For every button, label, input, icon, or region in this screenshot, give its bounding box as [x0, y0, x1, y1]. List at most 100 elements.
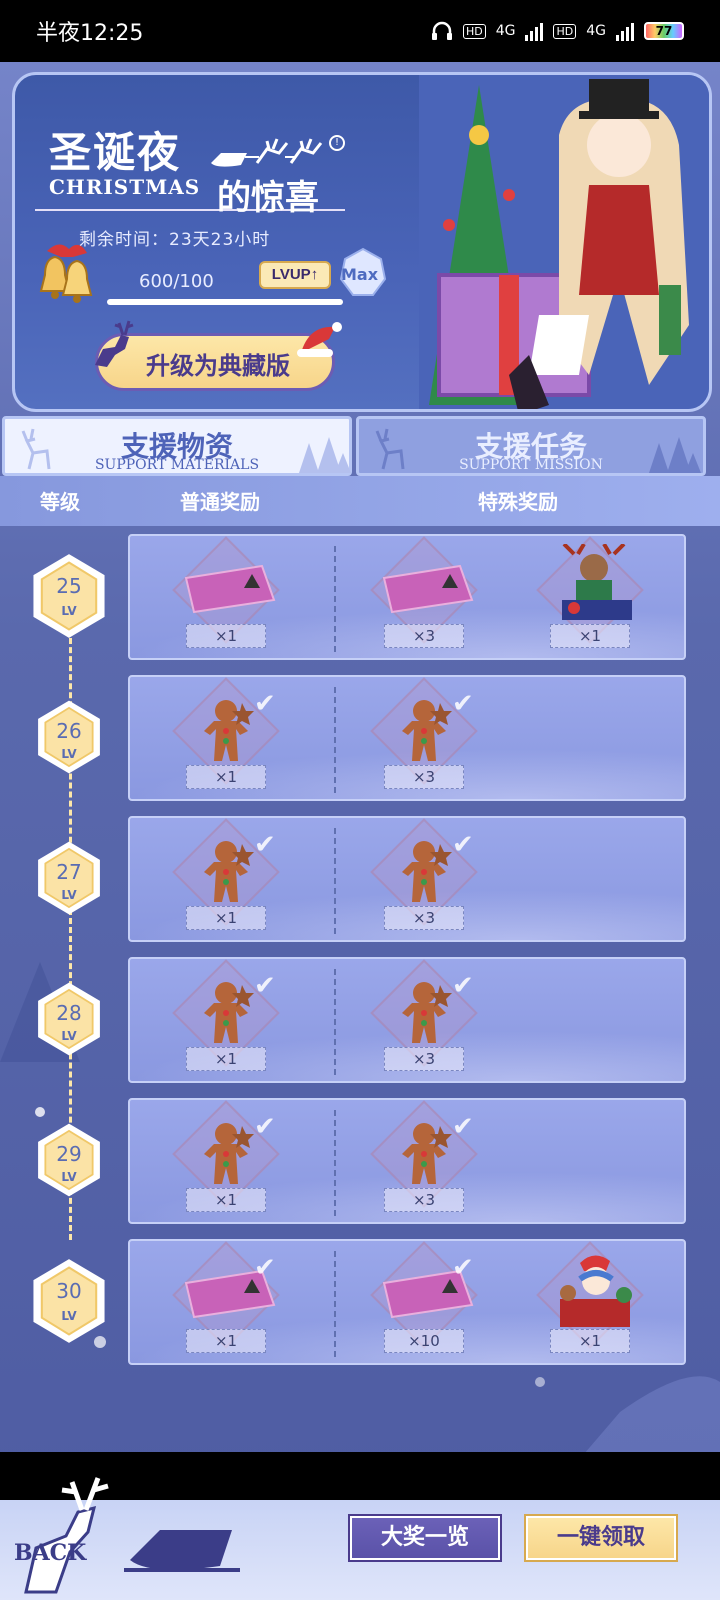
claimed-check-icon: ✔ [254, 830, 276, 860]
back-button[interactable]: BACK [14, 1540, 86, 1566]
network-label: 4G [495, 23, 516, 39]
claimed-check-icon: ✔ [452, 1253, 474, 1283]
signal-icon-2 [616, 21, 634, 41]
level-suffix: LV [61, 1029, 77, 1043]
level-badge: 28 LV [29, 979, 109, 1059]
gingerbread-icon [204, 1123, 254, 1184]
special-reward[interactable]: ✔ ×3 [370, 959, 484, 1077]
gingerbread-icon [402, 1123, 452, 1184]
gingerbread-icon [204, 841, 254, 902]
special-reward[interactable]: ✔ ×3 [370, 677, 484, 795]
claimed-check-icon: ✔ [254, 1253, 276, 1283]
santa-hat-icon [297, 322, 342, 357]
reward-row[interactable]: ✔ ×1 ✔ ×10 ×1 [128, 1239, 686, 1365]
normal-reward[interactable]: ✔ ×1 [172, 677, 286, 795]
reward-divider [334, 1251, 336, 1357]
level-number: 25 [56, 574, 82, 598]
special-reward[interactable]: ✔ ×3 [370, 818, 484, 936]
christmas-character-illustration [419, 75, 709, 409]
claim-all-button[interactable]: 一键领取 [524, 1514, 678, 1562]
lvup-button[interactable]: LVUP↑ [259, 261, 331, 289]
reward-divider [334, 687, 336, 793]
status-time: 半夜12:25 [36, 21, 144, 46]
prize-list-button[interactable]: 大奖一览 [348, 1514, 502, 1562]
normal-reward[interactable]: ×1 [172, 536, 286, 654]
reward-row[interactable]: ✔ ×1 ✔ ×3 [128, 816, 686, 942]
item-quantity: ×3 [384, 624, 464, 648]
gingerbread-icon [402, 841, 452, 902]
level-number: 30 [56, 1279, 82, 1303]
tab-sublabel: SUPPORT MATERIALS [94, 457, 260, 473]
level-number: 27 [56, 860, 82, 884]
special-reward-2[interactable]: ×1 [536, 1241, 650, 1359]
normal-reward[interactable]: ✔ ×1 [172, 1241, 286, 1359]
level-badge: 25 LV [23, 550, 115, 642]
claimed-check-icon: ✔ [254, 689, 276, 719]
bell-icon [39, 244, 93, 303]
item-quantity: ×1 [186, 624, 266, 648]
battery-icon: 77 [644, 22, 684, 40]
reward-divider [334, 969, 336, 1075]
hd-badge-2: HD [553, 23, 577, 39]
reward-row[interactable]: ✔ ×1 ✔ ×3 [128, 1098, 686, 1224]
christmas-character-icon [560, 1255, 632, 1327]
upgrade-label: 升级为典藏版 [146, 352, 290, 380]
tab-support-materials[interactable]: 支援物资 SUPPORT MATERIALS [2, 416, 352, 476]
reward-divider [334, 1110, 336, 1216]
tab-support-mission[interactable]: 支援任务 SUPPORT MISSION [356, 416, 706, 476]
item-quantity: ×1 [186, 765, 266, 789]
claimed-check-icon: ✔ [452, 1112, 474, 1142]
reward-divider [334, 828, 336, 934]
special-reward-2[interactable]: ×1 [536, 536, 650, 654]
claimed-check-icon: ✔ [452, 971, 474, 1001]
level-suffix: LV [61, 747, 77, 761]
level-number: 29 [56, 1142, 82, 1166]
header-level: 等级 [40, 490, 80, 514]
reindeer-figure-icon [562, 544, 632, 620]
reindeer-sleigh-icon [211, 138, 323, 167]
level-badge: 26 LV [29, 697, 109, 777]
normal-reward[interactable]: ✔ ×1 [172, 818, 286, 936]
reward-table-header: 等级 普通奖励 特殊奖励 [0, 476, 720, 526]
title-en: CHRISTMAS [49, 175, 201, 199]
header-special-reward: 特殊奖励 [478, 490, 558, 514]
reward-row[interactable]: ✔ ×1 ✔ ×3 [128, 675, 686, 801]
item-quantity: ×3 [384, 765, 464, 789]
reward-row[interactable]: ×1 ×3 ×1 [128, 534, 686, 660]
ticket-icon [184, 564, 276, 614]
reindeer-back-icon[interactable] [6, 1452, 126, 1600]
claimed-check-icon: ✔ [452, 689, 474, 719]
headphones-icon [431, 21, 452, 40]
info-icon[interactable]: ! [329, 135, 345, 151]
normal-reward[interactable]: ✔ ×1 [172, 1100, 286, 1218]
max-label: Max [341, 265, 379, 284]
item-quantity: ×1 [550, 624, 630, 648]
status-icons: HD 4G HD 4G 77 [431, 21, 684, 41]
level-suffix: LV [61, 604, 77, 618]
reward-row[interactable]: ✔ ×1 ✔ ×3 [128, 957, 686, 1083]
special-reward[interactable]: ×3 [370, 536, 484, 654]
item-quantity: ×3 [384, 906, 464, 930]
item-quantity: ×1 [550, 1329, 630, 1353]
item-quantity: ×1 [186, 1329, 266, 1353]
level-number: 26 [56, 719, 82, 743]
special-reward[interactable]: ✔ ×10 [370, 1241, 484, 1359]
item-quantity: ×1 [186, 1047, 266, 1071]
item-quantity: ×10 [384, 1329, 464, 1353]
special-reward[interactable]: ✔ ×3 [370, 1100, 484, 1218]
title-cn-2: 的惊喜 [217, 178, 319, 218]
header-normal-reward: 普通奖励 [180, 490, 260, 514]
sleigh-icon [124, 1530, 240, 1572]
level-number: 28 [56, 1001, 82, 1025]
exp-value: 600/100 [139, 271, 214, 292]
ticket-icon [382, 564, 474, 614]
normal-reward[interactable]: ✔ ×1 [172, 959, 286, 1077]
status-bar: 半夜12:25 HD 4G HD 4G 77 [0, 0, 720, 62]
level-suffix: LV [61, 888, 77, 902]
claimed-check-icon: ✔ [254, 1112, 276, 1142]
time-remaining: 剩余时间：23天23小时 [79, 230, 271, 250]
gingerbread-icon [204, 982, 254, 1043]
hd-badge: HD [462, 23, 486, 39]
level-suffix: LV [61, 1309, 77, 1323]
title-cn: 圣诞夜 [49, 128, 182, 177]
